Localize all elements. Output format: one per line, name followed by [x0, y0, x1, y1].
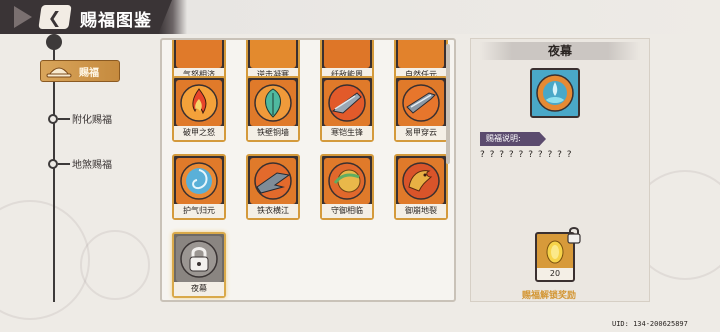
blessing-label: 易甲穿云	[396, 126, 446, 140]
description-text: ? ? ? ? ? ? ? ? ? ?	[480, 150, 573, 160]
nav-dot-icon	[48, 158, 58, 169]
blessing-card[interactable]: 寒铠生锋	[320, 76, 374, 142]
page-title: 赐福图鉴	[80, 11, 152, 31]
nav-dot-icon	[48, 113, 58, 124]
blessing-label: 寒铠生锋	[322, 126, 372, 140]
background-swirl	[80, 230, 150, 300]
header-ornament-icon	[14, 6, 32, 28]
blessing-label: 破甲之怒	[174, 126, 224, 140]
nav-item[interactable]: 地煞赐福	[48, 156, 112, 171]
blessing-art-icon	[324, 40, 370, 68]
blessing-art-icon	[176, 40, 222, 68]
background-swirl	[0, 200, 90, 320]
hat-icon	[45, 62, 73, 80]
lock-icon	[567, 227, 581, 244]
vortex-emblem-icon	[176, 158, 222, 204]
blessing-label: 铁衣横江	[248, 204, 298, 218]
nav-item-label: 赐福	[79, 67, 99, 79]
reward-count: 20	[537, 268, 573, 280]
blessing-grid-panel[interactable]: 气怒相济 逆击凝寒 纤敌能周 自然任元 破甲之怒 铁壁铜墙 寒铠生锋 易甲穿云 …	[160, 38, 456, 302]
nav-item[interactable]: 附化赐福	[48, 111, 112, 126]
nav-item-label: 地煞赐福	[72, 160, 112, 171]
back-chevron-icon: ❮	[48, 7, 62, 27]
nav-connector	[58, 117, 70, 120]
wing-blade-icon	[250, 158, 296, 204]
blessing-card[interactable]: 护气归元	[172, 154, 226, 220]
blessing-card-locked[interactable]: 夜幕	[172, 232, 226, 298]
blessing-art-icon	[398, 40, 444, 68]
blessing-label: 护气归元	[174, 204, 224, 218]
detail-title: 夜幕	[547, 44, 572, 58]
blessing-card[interactable]: 守御相临	[320, 154, 374, 220]
shield-orb-icon	[324, 158, 370, 204]
nav-item-label: 附化赐福	[72, 115, 112, 126]
lock-icon	[176, 236, 222, 282]
gold-coin-icon	[546, 240, 564, 264]
blessing-label: 铁壁铜墙	[248, 126, 298, 140]
blessing-label: 御崩地裂	[396, 204, 446, 218]
blessing-label: 守御相临	[322, 204, 372, 218]
fire-emblem-icon	[176, 80, 222, 126]
user-id: UID: 134-200625897	[612, 320, 688, 328]
grid-scrollbar[interactable]	[446, 44, 450, 164]
nightfall-icon	[530, 68, 580, 118]
leaf-shield-icon	[250, 80, 296, 126]
blessing-label: 夜幕	[174, 282, 224, 296]
blessing-art-icon	[250, 40, 296, 68]
nav-connector	[58, 162, 70, 165]
reward-label: 赐福解锁奖励	[522, 291, 577, 301]
blessing-card[interactable]: 铁衣横江	[246, 154, 300, 220]
arrow-emblem-icon	[398, 80, 444, 126]
blessing-card[interactable]: 易甲穿云	[394, 76, 448, 142]
back-button[interactable]: ❮	[38, 5, 72, 29]
dragon-emblem-icon	[398, 158, 444, 204]
blessing-card[interactable]: 铁壁铜墙	[246, 76, 300, 142]
description-tag: 赐福说明:	[480, 132, 546, 146]
blessing-card[interactable]: 御崩地裂	[394, 154, 448, 220]
nav-timeline-cap	[46, 34, 62, 50]
blade-emblem-icon	[324, 80, 370, 126]
nav-item-active[interactable]: 赐福	[40, 60, 120, 82]
blessing-card[interactable]: 破甲之怒	[172, 76, 226, 142]
